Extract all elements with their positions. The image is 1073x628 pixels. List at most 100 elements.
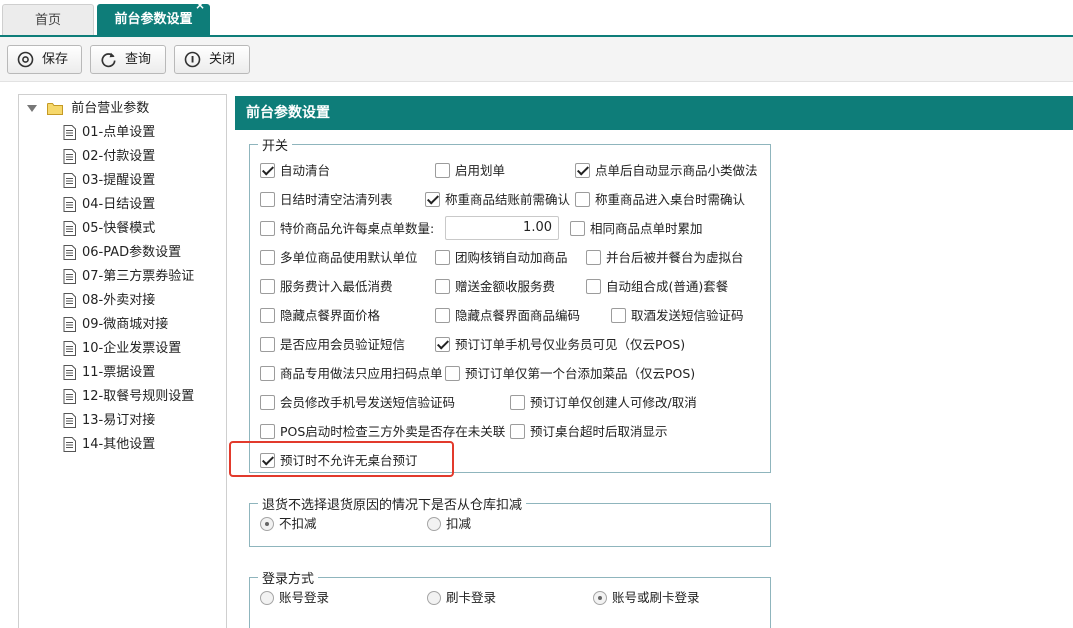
- close-button[interactable]: 关闭: [174, 45, 250, 74]
- checkbox-box[interactable]: [260, 279, 275, 294]
- checkbox-box[interactable]: [510, 395, 525, 410]
- expand-arrow-icon[interactable]: [27, 105, 37, 112]
- tree-item[interactable]: 10-企业发票设置: [63, 339, 194, 363]
- login-legend: 登录方式: [262, 572, 315, 587]
- close-label: 关闭: [209, 52, 236, 67]
- checkbox-label: 赠送金额收服务费: [455, 279, 556, 294]
- tree-item[interactable]: 06-PAD参数设置: [63, 243, 194, 267]
- checkbox-box[interactable]: [510, 424, 525, 439]
- checkbox-label: 预订订单仅第一个台添加菜品（仅云POS): [465, 366, 696, 381]
- radio-dot[interactable]: [260, 517, 274, 531]
- checkbox-box[interactable]: [435, 308, 450, 323]
- checkbox-box[interactable]: [260, 366, 275, 381]
- query-label: 查询: [125, 52, 152, 67]
- checkbox-box[interactable]: [570, 221, 585, 236]
- radio-dot[interactable]: [593, 591, 607, 605]
- tab-bar: 首页 前台参数设置 ×: [0, 0, 1073, 37]
- tree-item[interactable]: 12-取餐号规则设置: [63, 387, 194, 411]
- return-legend: 退货不选择退货原因的情况下是否从仓库扣减: [262, 498, 523, 513]
- tree-item-label: 14-其他设置: [82, 437, 156, 452]
- checkbox-label: 取酒发送短信验证码: [631, 308, 744, 323]
- tree-item-label: 11-票据设置: [82, 365, 156, 380]
- power-icon: [184, 51, 201, 68]
- radio-label: 扣减: [446, 516, 472, 531]
- checkbox-label: 多单位商品使用默认单位: [280, 250, 418, 265]
- checkbox-label: 点单后自动显示商品小类做法: [595, 163, 758, 178]
- checkbox-label: 会员修改手机号发送短信验证码: [280, 395, 456, 410]
- tree-list: 01-点单设置 02-付款设置 03-提醒设置 04-日结设置 05-快餐模式 06-PA…: [63, 123, 194, 459]
- document-icon: [63, 317, 76, 332]
- document-icon: [63, 197, 76, 212]
- special-qty-input[interactable]: 1.00: [445, 216, 559, 240]
- radio-label: 账号登录: [279, 590, 330, 605]
- checkbox-box[interactable]: [611, 308, 626, 323]
- checkbox-box[interactable]: [586, 279, 601, 294]
- checkbox-label: 日结时清空沽清列表: [280, 192, 393, 207]
- checkbox-box[interactable]: [260, 395, 275, 410]
- document-icon: [63, 341, 76, 356]
- query-button[interactable]: 查询: [90, 45, 166, 74]
- checkbox-box[interactable]: [445, 366, 460, 381]
- tree-item[interactable]: 07-第三方票券验证: [63, 267, 194, 291]
- tab-home[interactable]: 首页: [2, 4, 94, 37]
- tree-item[interactable]: 14-其他设置: [63, 435, 194, 459]
- tree-item[interactable]: 08-外卖对接: [63, 291, 194, 315]
- checkbox-box[interactable]: [260, 192, 275, 207]
- switch-legend: 开关: [262, 139, 289, 154]
- tree-item-label: 09-微商城对接: [82, 317, 169, 332]
- checkbox-box[interactable]: [586, 250, 601, 265]
- document-icon: [63, 269, 76, 284]
- radio-dot[interactable]: [260, 591, 274, 605]
- tab-frontdesk-params[interactable]: 前台参数设置 ×: [97, 0, 210, 37]
- close-icon[interactable]: ×: [195, 0, 205, 15]
- tree-root-label: 前台营业参数: [71, 101, 150, 116]
- checkbox-box[interactable]: [260, 250, 275, 265]
- tree-item[interactable]: 13-易订对接: [63, 411, 194, 435]
- checkbox-box[interactable]: [425, 192, 440, 207]
- checkbox-box[interactable]: [575, 192, 590, 207]
- tree-item[interactable]: 11-票据设置: [63, 363, 194, 387]
- checkbox-label: 特价商品允许每桌点单数量:: [280, 221, 435, 236]
- tree-item-label: 13-易订对接: [82, 413, 156, 428]
- document-icon: [63, 125, 76, 140]
- checkbox-box[interactable]: [260, 308, 275, 323]
- save-button[interactable]: 保存: [7, 45, 82, 74]
- checkbox-box[interactable]: [260, 337, 275, 352]
- checkbox-box[interactable]: [435, 163, 450, 178]
- radio-dot[interactable]: [427, 517, 441, 531]
- radio-label: 刷卡登录: [446, 590, 497, 605]
- tree-item[interactable]: 01-点单设置: [63, 123, 194, 147]
- radio-dot[interactable]: [427, 591, 441, 605]
- tree-item[interactable]: 04-日结设置: [63, 195, 194, 219]
- checkbox-box[interactable]: [260, 424, 275, 439]
- document-icon: [63, 245, 76, 260]
- save-icon: [17, 51, 34, 68]
- checkbox-label: 是否应用会员验证短信: [280, 337, 406, 352]
- document-icon: [63, 413, 76, 428]
- tree-item[interactable]: 02-付款设置: [63, 147, 194, 171]
- checkbox-box[interactable]: [435, 250, 450, 265]
- checkbox-label: 并台后被并餐台为虚拟台: [606, 250, 744, 265]
- tree-item-label: 07-第三方票券验证: [82, 269, 195, 284]
- checkbox-label: 预订桌台超时后取消显示: [530, 424, 668, 439]
- radio-label: 不扣减: [279, 516, 317, 531]
- tree-item[interactable]: 09-微商城对接: [63, 315, 194, 339]
- tab-label: 前台参数设置: [114, 12, 193, 27]
- checkbox-box[interactable]: [260, 163, 275, 178]
- radio-label: 账号或刷卡登录: [612, 590, 700, 605]
- return-deduct-group: 退货不选择退货原因的情况下是否从仓库扣减: [249, 494, 771, 547]
- checkbox-label: POS启动时检查三方外卖是否存在未关联: [280, 424, 506, 439]
- checkbox-box[interactable]: [575, 163, 590, 178]
- tree-item-label: 01-点单设置: [82, 125, 156, 140]
- tree-root[interactable]: 前台营业参数: [27, 99, 149, 119]
- tree-item[interactable]: 05-快餐模式: [63, 219, 194, 243]
- checkbox-box[interactable]: [435, 337, 450, 352]
- tree-item[interactable]: 03-提醒设置: [63, 171, 194, 195]
- checkbox-box[interactable]: [435, 279, 450, 294]
- document-icon: [63, 293, 76, 308]
- checkbox-label: 预订订单仅创建人可修改/取消: [530, 395, 697, 410]
- checkbox-label: 自动清台: [280, 163, 331, 178]
- checkbox-box[interactable]: [260, 221, 275, 236]
- checkbox-label: 称重商品结账前需确认: [445, 192, 571, 207]
- folder-icon: [47, 103, 64, 115]
